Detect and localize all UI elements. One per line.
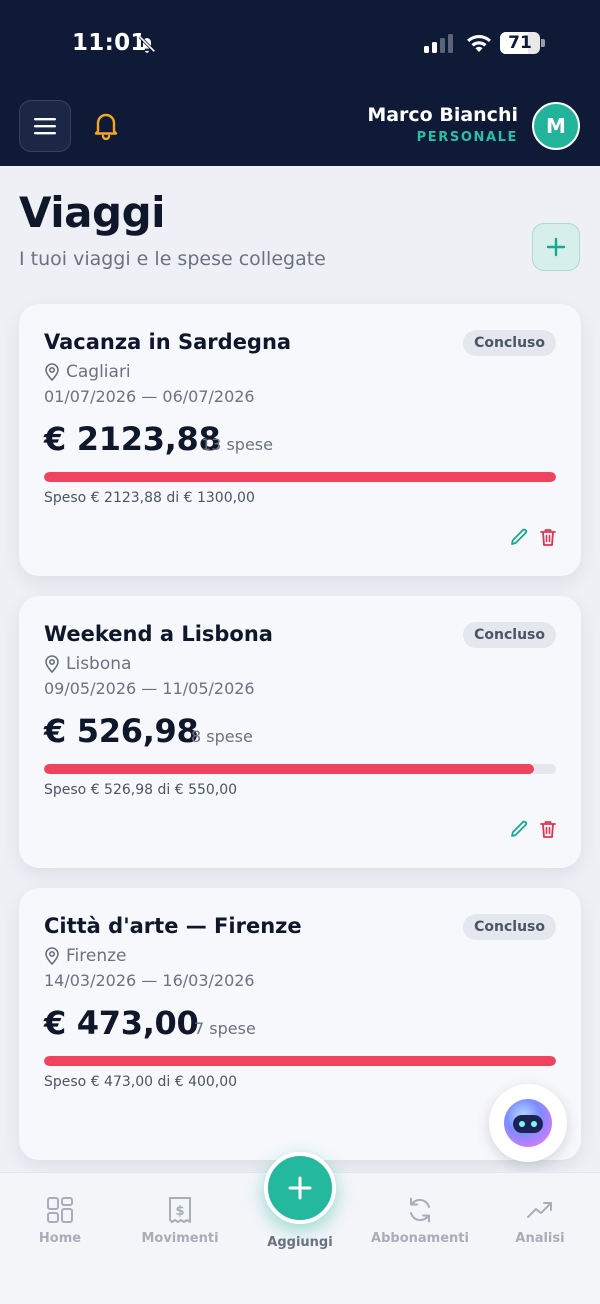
budget-progress-fill	[44, 472, 556, 482]
nav-movimenti[interactable]: $ Movimenti	[120, 1195, 240, 1246]
trip-dates: 09/05/2026 — 11/05/2026	[44, 679, 255, 698]
nav-home[interactable]: Home	[0, 1195, 120, 1246]
trip-expenses-count: 13 spese	[201, 435, 273, 454]
nav-aggiungi-label: Aggiungi	[267, 1235, 333, 1250]
map-pin-icon	[45, 655, 59, 673]
menu-button[interactable]	[19, 100, 71, 152]
trip-location-text: Cagliari	[66, 362, 131, 382]
trip-card[interactable]: Weekend a Lisbona Concluso Lisbona 09/05…	[19, 596, 581, 868]
budget-progress-bar	[44, 1056, 556, 1066]
nav-home-label: Home	[38, 1231, 82, 1246]
budget-progress-fill	[44, 764, 535, 774]
trash-icon[interactable]	[537, 818, 559, 840]
trip-spent-text: Speso € 2123,88 di € 1300,00	[44, 490, 255, 506]
trip-location-text: Firenze	[66, 946, 127, 966]
add-trip-button[interactable]	[532, 223, 580, 271]
plus-icon	[546, 237, 566, 257]
trend-up-icon	[527, 1202, 552, 1218]
trip-expenses-count: 8 spese	[191, 727, 253, 746]
user-name: Marco Bianchi	[367, 104, 518, 126]
battery-level-text: 71	[508, 33, 532, 53]
trip-location: Lisbona	[44, 653, 131, 675]
hamburger-menu-icon	[34, 118, 56, 135]
trash-icon[interactable]	[537, 526, 559, 548]
robot-assistant-icon	[504, 1099, 552, 1147]
trip-title: Città d'arte — Firenze	[44, 914, 302, 938]
bell-icon[interactable]	[92, 110, 120, 140]
map-pin-icon	[45, 947, 59, 965]
trip-expenses-count: 7 spese	[194, 1019, 256, 1038]
trip-amount: € 526,98	[44, 712, 199, 750]
receipt-icon: $	[169, 1197, 191, 1223]
cellular-signal-icon	[424, 34, 453, 53]
trip-amount: € 473,00	[44, 1004, 199, 1042]
trip-title: Weekend a Lisbona	[44, 622, 273, 646]
assistant-bot-button[interactable]	[489, 1084, 567, 1162]
add-transaction-fab[interactable]	[264, 1152, 336, 1224]
nav-aggiungi[interactable]: Aggiungi	[240, 1229, 360, 1250]
grid-icon	[47, 1197, 73, 1223]
page-subtitle: I tuoi viaggi e le spese collegate	[19, 248, 326, 270]
app-header: 11:01 71 Marco Bianchi PERSONALE M	[0, 0, 600, 166]
status-badge: Concluso	[463, 330, 556, 356]
battery-indicator: 71	[500, 32, 546, 54]
bell-off-icon	[138, 35, 156, 53]
refresh-icon	[410, 1197, 430, 1223]
budget-progress-bar	[44, 764, 556, 774]
trip-card[interactable]: Vacanza in Sardegna Concluso Cagliari 01…	[19, 304, 581, 576]
map-pin-icon	[45, 363, 59, 381]
nav-analisi[interactable]: Analisi	[480, 1195, 600, 1246]
trip-title: Vacanza in Sardegna	[44, 330, 292, 354]
user-role: PERSONALE	[416, 130, 518, 145]
wifi-icon	[467, 35, 491, 52]
svg-text:$: $	[175, 1204, 184, 1219]
page-title: Viaggi	[19, 188, 166, 237]
budget-progress-bar	[44, 472, 556, 482]
trip-spent-text: Speso € 473,00 di € 400,00	[44, 1074, 238, 1090]
nav-abbonamenti[interactable]: Abbonamenti	[360, 1195, 480, 1246]
status-bar: 11:01 71	[0, 0, 600, 90]
trip-dates: 01/07/2026 — 06/07/2026	[44, 387, 255, 406]
trip-location: Cagliari	[44, 361, 131, 383]
nav-movimenti-label: Movimenti	[141, 1231, 219, 1246]
avatar[interactable]: M	[532, 102, 580, 150]
trip-amount: € 2123,88	[44, 420, 221, 458]
status-badge: Concluso	[463, 914, 556, 940]
nav-analisi-label: Analisi	[515, 1231, 565, 1246]
trip-spent-text: Speso € 526,98 di € 550,00	[44, 782, 238, 798]
status-badge: Concluso	[463, 622, 556, 648]
nav-abbonamenti-label: Abbonamenti	[371, 1231, 469, 1246]
plus-icon	[288, 1176, 312, 1200]
trip-dates: 14/03/2026 — 16/03/2026	[44, 971, 255, 990]
budget-progress-fill	[44, 1056, 556, 1066]
edit-icon[interactable]	[508, 526, 530, 548]
trip-location: Firenze	[44, 945, 127, 967]
edit-icon[interactable]	[508, 818, 530, 840]
trip-location-text: Lisbona	[66, 654, 132, 674]
